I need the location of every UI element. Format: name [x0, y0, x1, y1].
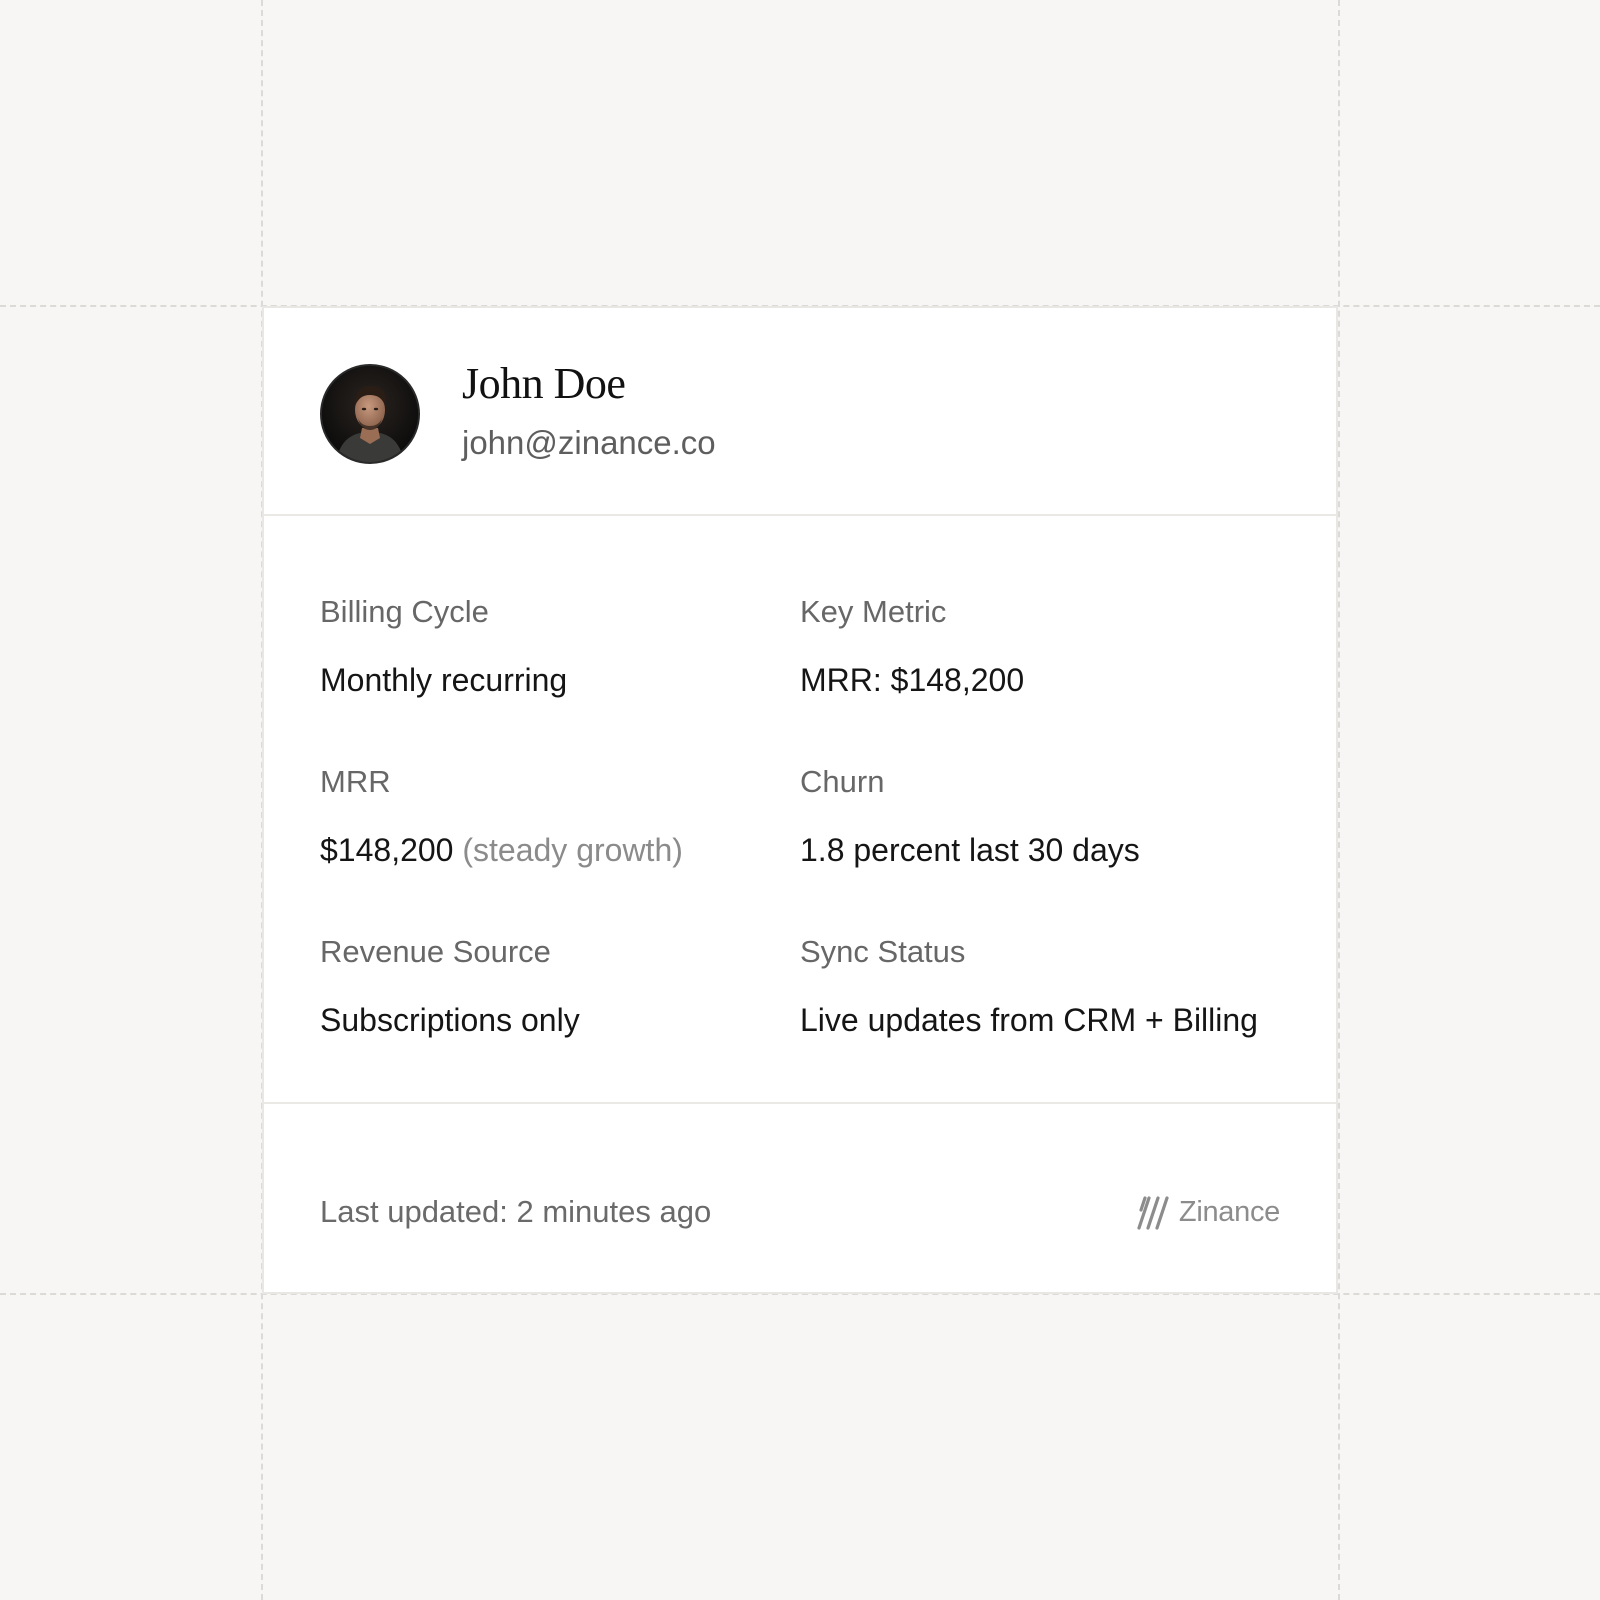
- mrr-value-row: $148,200 (steady growth): [320, 832, 683, 869]
- person-avatar-icon: [322, 366, 418, 462]
- mrr-note: (steady growth): [462, 832, 683, 868]
- zinance-logo-icon: [1137, 1196, 1169, 1230]
- mrr-value: $148,200: [320, 832, 454, 868]
- profile-card: John Doe john@zinance.co Billing Cycle M…: [262, 306, 1338, 1294]
- page: { "profile": { "name": "John Doe", "emai…: [0, 0, 1600, 1600]
- footer-divider: [264, 1102, 1336, 1104]
- revenue-source-label: Revenue Source: [320, 934, 551, 969]
- profile-name: John Doe: [462, 359, 626, 408]
- brand-name: Zinance: [1178, 1195, 1280, 1228]
- billing-cycle-label: Billing Cycle: [320, 594, 489, 629]
- billing-cycle-value: Monthly recurring: [320, 662, 568, 698]
- sync-status-value: Live updates from CRM + Billing: [800, 1002, 1258, 1038]
- profile-header: John Doe john@zinance.co: [264, 308, 1336, 516]
- key-metric-value: MRR: $148,200: [800, 662, 1025, 698]
- profile-email: john@zinance.co: [462, 424, 716, 461]
- brand: Zinance: [1137, 1192, 1280, 1232]
- avatar: [320, 364, 420, 464]
- guide-line-right: [1338, 0, 1340, 1600]
- sync-status-label: Sync Status: [800, 934, 966, 969]
- churn-label: Churn: [800, 764, 885, 799]
- revenue-source-value: Subscriptions only: [320, 1002, 580, 1038]
- key-metric-label: Key Metric: [800, 594, 947, 629]
- last-updated-text: Last updated: 2 minutes ago: [320, 1194, 712, 1229]
- churn-value: 1.8 percent last 30 days: [800, 832, 1140, 868]
- mrr-label: MRR: [320, 764, 391, 799]
